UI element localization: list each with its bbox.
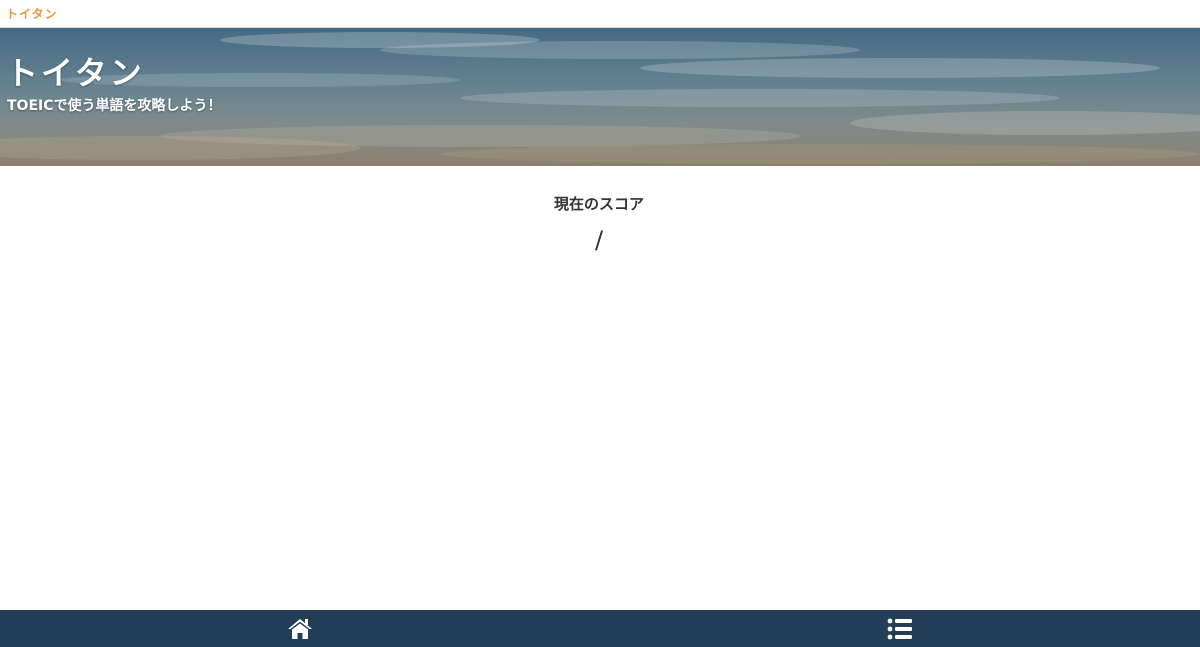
nav-home-button[interactable]	[0, 610, 600, 647]
home-icon	[288, 618, 312, 639]
score-value: /	[594, 226, 604, 254]
bottom-navigation	[0, 610, 1200, 647]
hero-subtitle: TOEICで使う単語を攻略しよう！	[7, 98, 222, 114]
nav-list-button[interactable]	[600, 610, 1200, 647]
top-bar: トイタン	[0, 0, 1200, 28]
list-icon	[887, 618, 912, 639]
hero-banner: トイタン TOEICで使う単語を攻略しよう！	[0, 28, 1200, 166]
app-logo[interactable]: トイタン	[6, 5, 58, 22]
hero-title: トイタン	[6, 54, 145, 92]
score-label: 現在のスコア	[553, 195, 644, 213]
